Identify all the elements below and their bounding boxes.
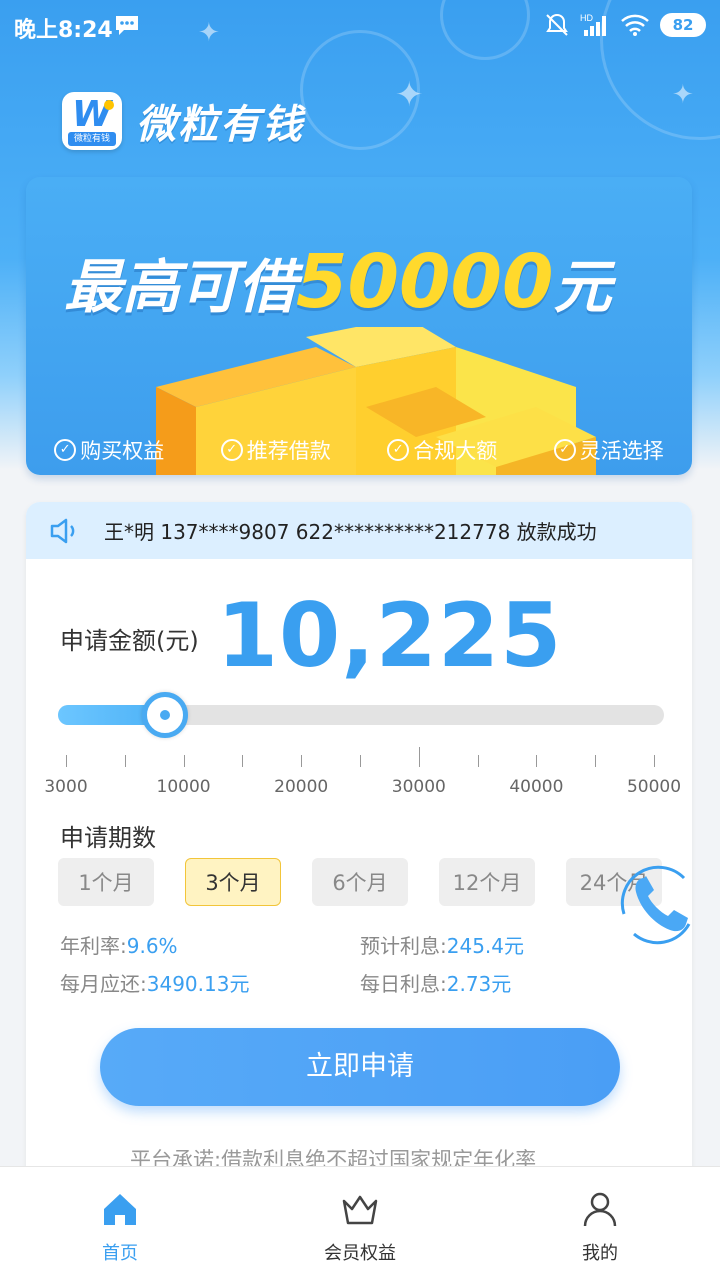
feature-item: ✓ 购买权益 [54,435,164,465]
banner-title-prefix: 最高可借 [64,253,297,321]
banner-title: 最高可借50000元 [64,239,611,325]
slider-tick-label: 40000 [509,777,564,797]
slider-tick-label: 10000 [156,777,211,797]
amount-row: 申请金额(元) 10,225 [60,584,562,687]
slider-tick-label: 3000 [44,777,88,797]
speaker-icon [50,518,75,543]
check-icon: ✓ [553,439,576,461]
annual-rate: 年利率:9.6% [60,930,178,959]
monthly-payment-value: 3490.13元 [146,972,250,996]
slider-tick-label: 30000 [391,777,446,797]
bottom-navigation: 首页 会员权益 我的 [0,1166,720,1280]
period-option-1m[interactable]: 1个月 [58,858,154,906]
period-title: 申请期数 [60,824,156,852]
status-icons: HD 82 [544,12,706,38]
feature-label: 购买权益 [80,439,165,463]
sparkle-icon: ✦ [672,80,694,110]
daily-interest-label: 每日利息: [360,972,447,996]
slider-minor-tick [595,755,597,767]
feature-label: 推荐借款 [246,439,331,463]
home-icon [104,1194,136,1225]
nav-mine-label: 我的 [582,1243,618,1264]
check-icon: ✓ [387,439,410,461]
status-time: 晚上8:24 [14,18,113,43]
amount-slider[interactable] [58,692,664,738]
expected-interest: 预计利息:245.4元 [360,930,524,959]
feature-label: 灵活选择 [579,439,664,463]
daily-interest: 每日利息:2.73元 [360,968,511,997]
period-options: 1个月 3个月 6个月 12个月 24个月 [58,858,662,906]
status-bar: 晚上8:24 HD 82 [0,0,720,52]
nav-mine[interactable]: 我的 [480,1167,720,1280]
phone-call-icon[interactable] [614,864,704,954]
loan-notice-bar: 王*明 137****9807 622**********212778 放款成功 [26,502,692,559]
notice-text: 王*明 137****9807 622**********212778 放款成功 [104,520,597,544]
mute-bell-icon [546,13,568,36]
expected-interest-value: 245.4元 [446,934,525,958]
check-icon: ✓ [220,439,243,461]
slider-tick [418,747,420,767]
slider-tick [183,755,185,767]
nav-home[interactable]: 首页 [0,1167,240,1280]
battery-indicator: 82 [660,13,706,37]
annual-rate-value: 9.6% [126,934,178,958]
slider-minor-tick [360,755,361,767]
slider-tick [66,755,67,767]
check-icon: ✓ [54,439,77,461]
feature-item: ✓ 合规大额 [387,435,497,465]
slider-tick-label: 50000 [626,777,682,797]
slider-tick [654,755,655,767]
signal-icon: HD [580,13,606,36]
wifi-icon [621,14,649,36]
monthly-payment-label: 每月应还: [60,972,147,996]
user-icon [583,1192,617,1227]
slider-tick-label: 20000 [274,777,329,797]
feature-label: 合规大额 [413,439,498,463]
feature-item: ✓ 推荐借款 [220,435,331,465]
nav-home-label: 首页 [102,1243,138,1264]
slider-ticks: 3000 10000 20000 30000 40000 50000 [26,747,692,807]
logo-icon: W 微粒有钱 [62,92,122,150]
nav-member-label: 会员权益 [324,1243,396,1264]
apply-now-button[interactable]: 立即申请 [100,1028,620,1106]
loan-card: 王*明 137****9807 622**********212778 放款成功… [26,502,692,1182]
banner-features: ✓ 购买权益 ✓ 推荐借款 ✓ 合规大额 ✓ 灵活选择 [26,435,692,465]
slider-tick [536,755,538,767]
slider-minor-tick [124,755,126,767]
expected-interest-label: 预计利息: [360,934,447,958]
message-icon [116,16,138,35]
amount-label: 申请金额(元) [60,627,199,655]
annual-rate-label: 年利率: [60,934,127,958]
slider-minor-tick [477,755,479,767]
crown-icon [342,1195,378,1225]
slider-tick [301,755,303,767]
period-option-12m[interactable]: 12个月 [439,858,535,906]
period-option-3m[interactable]: 3个月 [185,858,281,906]
monthly-payment: 每月应还:3490.13元 [60,968,249,997]
app-name: 微粒有钱 [136,102,304,148]
nav-member-benefits[interactable]: 会员权益 [240,1167,480,1280]
amount-value: 10,225 [216,584,563,687]
logo-dot [104,100,114,110]
sparkle-icon: ✦ [395,75,424,115]
slider-minor-tick [242,755,244,767]
promo-banner[interactable]: 最高可借50000元 ✓ 购买权益 ✓ 推荐借款 ✓ 合规大额 ✓ 灵活选择 [26,177,692,475]
daily-interest-value: 2.73元 [446,972,512,996]
app-logo: W 微粒有钱 微粒有钱 [62,92,304,150]
period-option-6m[interactable]: 6个月 [312,858,408,906]
slider-thumb[interactable] [142,692,188,738]
feature-item: ✓ 灵活选择 [553,435,664,465]
svg-text:HD: HD [580,13,593,23]
logo-small-text: 微粒有钱 [68,132,116,146]
banner-title-amount: 50000 [296,239,554,325]
banner-title-suffix: 元 [553,253,612,321]
